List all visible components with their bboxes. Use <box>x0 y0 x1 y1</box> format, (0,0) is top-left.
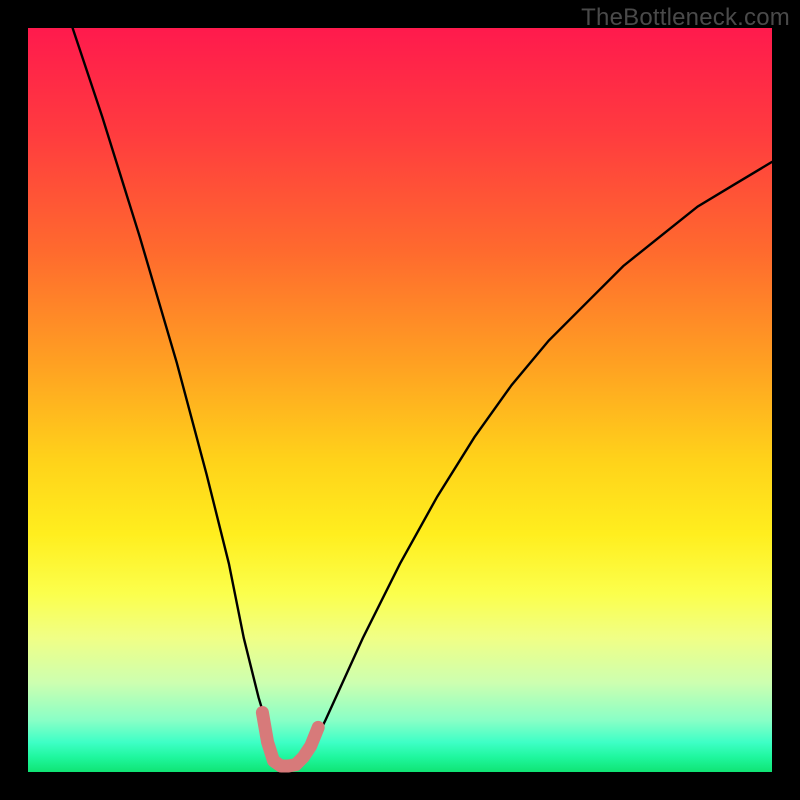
chart-frame: TheBottleneck.com <box>0 0 800 800</box>
optimal-zone-highlight <box>262 713 318 767</box>
bottleneck-curve <box>73 28 772 765</box>
chart-overlay <box>28 28 772 772</box>
